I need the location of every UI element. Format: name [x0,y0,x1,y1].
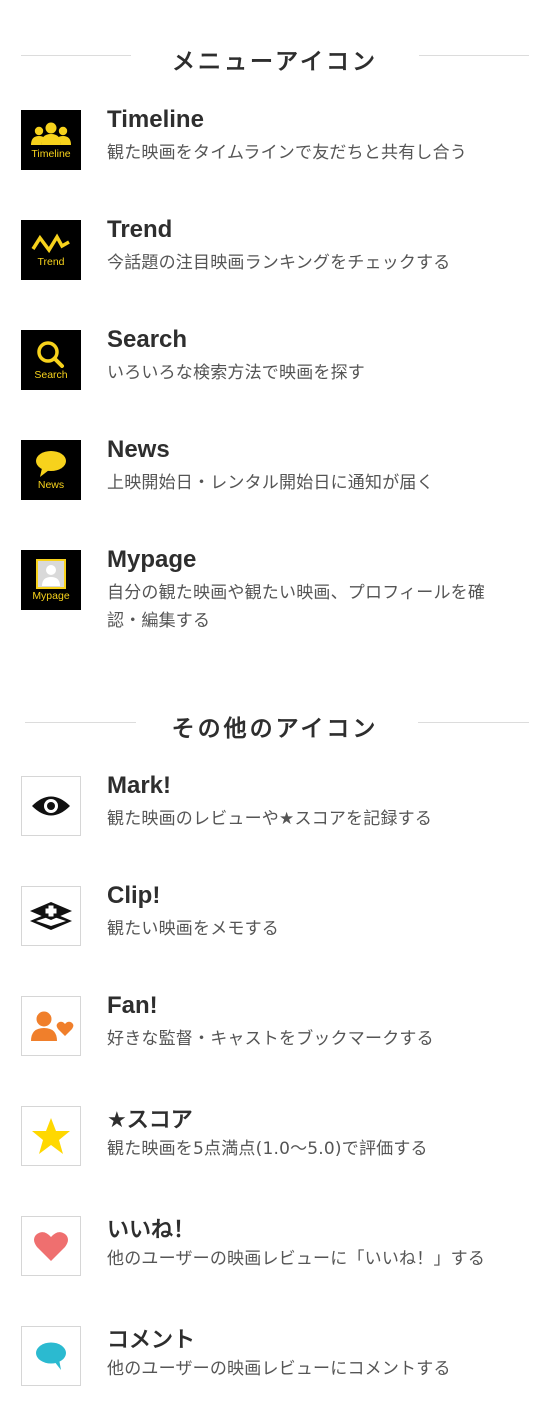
icon-caption: News [37,478,65,491]
item-description: 観た映画を5点満点(1.0〜5.0)で評価する [107,1139,428,1159]
item-description: 好きな監督・キャストをブックマークする [107,1029,434,1049]
news-icon-tile: News [21,440,81,500]
item-description: 他のユーザーの映画レビューに「いいね！」する [107,1249,486,1269]
item-description: 自分の観た映画や観たい映画、プロフィールを確認・編集する [107,583,486,631]
item-description: 上映開始日・レンタル開始日に通知が届く [107,473,434,493]
timeline-icon-tile: Timeline [21,110,81,170]
menu-icons-header: メニューアイコン [0,36,550,76]
other-icons-header: その他のアイコン [0,703,550,743]
item-title: いいね！ [107,1218,196,1243]
mark-icon-tile [21,776,81,836]
clip-plus-icon [30,902,72,930]
item-description: 観たい映画をメモする [107,919,279,939]
item-title: Fan! [107,992,158,1019]
item-title: ★スコア [107,1108,193,1133]
eye-icon [32,796,70,816]
item-title: Timeline [107,106,204,133]
section-title: メニューアイコン [172,49,378,75]
item-title: News [107,436,170,463]
fan-person-heart-icon [31,1011,74,1041]
item-description: 観た映画のレビューや★スコアを記録する [107,809,433,829]
item-description: 他のユーザーの映画レビューにコメントする [107,1359,451,1379]
section-title: その他のアイコン [171,716,379,742]
like-icon-tile [21,1216,81,1276]
item-title: Search [107,326,188,353]
people-icon [31,122,71,145]
mypage-icon-tile: Mypage [21,550,81,610]
fan-icon-tile [21,996,81,1056]
search-icon-tile: Search [21,330,81,390]
trend-zigzag-icon [31,233,70,253]
magnifier-icon [37,340,64,368]
profile-icon [36,558,66,589]
icon-caption: Mypage [32,589,70,602]
item-title: Mark! [107,772,172,799]
icon-caption: Trend [37,255,65,268]
star-icon [32,1118,70,1154]
score-icon-tile [21,1106,81,1166]
icon-caption: Timeline [31,147,71,160]
item-title: Mypage [107,546,197,573]
divider-right [419,55,529,56]
item-description: 今話題の注目映画ランキングをチェックする [107,253,451,273]
item-title: Clip! [107,882,161,909]
trend-icon-tile: Trend [21,220,81,280]
item-description: いろいろな検索方法で映画を探す [107,363,365,383]
item-description: 観た映画をタイムラインで友だちと共有し合う [107,143,468,163]
item-title: コメント [107,1328,196,1353]
comment-bubble-icon [36,1342,66,1370]
divider-right [418,722,529,723]
speech-bubble-icon [36,450,66,477]
comment-icon-tile [21,1326,81,1386]
item-title: Trend [107,216,173,243]
icon-caption: Search [34,368,68,381]
clip-icon-tile [21,886,81,946]
heart-icon [34,1232,68,1261]
